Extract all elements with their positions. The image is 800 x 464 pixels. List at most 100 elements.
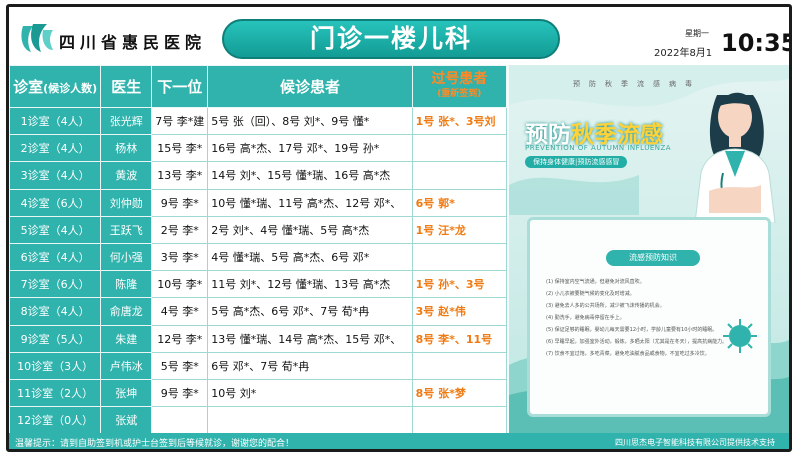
weekday: 星期一 [685,29,709,38]
header-doctor: 医生 [100,65,153,108]
waiting-cell: 2号 刘*、4号 懂*瑞、5号 高*杰 [207,215,413,244]
doctor-cell: 俞唐龙 [100,297,153,326]
missed-cell: 8号 李*、11号 [411,324,508,353]
next-cell: 2号 李* [151,215,209,244]
room-cell: 6诊室（4人） [9,242,102,272]
table-row: 10诊室（3人） 卢伟冰 5号 李* 6号 邓*、7号 荀*冉 [9,351,508,380]
waiting-cell: 16号 高*杰、17号 邓*、19号 孙* [207,134,413,163]
missed-cell: 8号 张*梦 [411,378,508,408]
hospital-name: 四川省惠民医院 [59,33,207,52]
list-item: (2) 小儿衣被要随气候的变化及时增减。 [546,291,635,297]
waiting-cell [207,406,413,435]
missed-cell [411,351,508,380]
table-row: 1诊室（4人） 张光辉 7号 李*建 5号 张（回）、8号 刘*、9号 懂* 1号 张*… [9,106,508,136]
waiting-cell: 6号 邓*、7号 荀*冉 [207,351,413,380]
room-cell: 2诊室（4人） [9,134,102,163]
doctor-illustration-icon [694,92,776,223]
clock-time: 10:35 [721,29,792,57]
doctor-cell: 陈隆 [100,270,153,299]
room-cell: 7诊室（6人） [9,270,102,299]
doctor-cell: 刘仲勋 [100,188,153,217]
doctor-cell: 张光辉 [100,106,153,136]
doctor-cell: 王跃飞 [100,215,153,244]
doctor-cell: 卢伟冰 [100,351,153,380]
waiting-cell: 5号 张（回）、8号 刘*、9号 懂* [207,106,413,136]
table-row: 7诊室（6人） 陈隆 10号 李* 11号 刘*、12号 懂*瑞、13号 高*杰 1号 … [9,270,508,299]
table-row: 6诊室（4人） 何小强 3号 李* 4号 懂*瑞、5号 高*杰、6号 邓* [9,242,508,272]
missed-cell: 3号 赵*伟 [411,297,508,326]
doctor-cell: 黄波 [100,161,153,190]
room-cell: 3诊室（4人） [9,161,102,190]
waiting-cell: 4号 懂*瑞、5号 高*杰、6号 邓* [207,242,413,272]
next-cell: 5号 李* [151,351,209,380]
poster-badge: 保持身体健康|预防流感感冒 [525,156,628,168]
flu-prevention-poster: 预防秋季流感病毒 预防秋季流感 PREVENTION OF AUTUMN INF… [509,65,789,433]
missed-cell: 1号 孙*、3号 [411,270,508,299]
doctor-cell: 朱建 [100,324,153,353]
date: 2022年8月1 [654,48,713,59]
table-header-row: 诊室(候诊人数) 医生 下一位 候诊患者 过号患者 (重新签到) [9,65,508,108]
room-cell: 12诊室（0人） [9,406,102,435]
table-row: 4诊室（6人） 刘仲勋 9号 李* 10号 懂*瑞、11号 高*杰、12号 邓*、 6号… [9,188,508,217]
next-cell: 13号 李* [151,161,209,190]
room-cell: 8诊室（4人） [9,297,102,326]
table-row: 9诊室（5人） 朱建 12号 李* 13号 懂*瑞、14号 高*杰、15号 邓*、 8号… [9,324,508,353]
next-cell: 7号 李*建 [151,106,209,136]
missed-cell [411,406,508,435]
missed-cell: 1号 汪*龙 [411,215,508,244]
header-waiting: 候诊患者 [207,65,413,108]
table-row: 11诊室（2人） 张坤 9号 李* 10号 刘* 8号 张*梦 [9,378,508,408]
next-cell: 9号 李* [151,188,209,217]
table-row: 12诊室（0人） 张斌 [9,406,508,435]
next-cell: 12号 李* [151,324,209,353]
missed-cell [411,242,508,272]
waiting-cell: 5号 高*杰、6号 邓*、7号 荀*冉 [207,297,413,326]
waiting-cell: 11号 刘*、12号 懂*瑞、13号 高*杰 [207,270,413,299]
screen-frame: 四川省惠民医院 门诊一楼儿科 星期一 2022年8月1 10:35 诊室(候诊人… [6,4,792,452]
room-cell: 10诊室（3人） [9,351,102,380]
hospital-logo-icon [21,24,53,52]
next-cell: 10号 李* [151,270,209,299]
header-room: 诊室(候诊人数) [9,65,102,108]
footer-support: 四川思杰电子智能科技有限公司提供技术支持 [615,438,775,447]
waiting-cell: 14号 刘*、15号 懂*瑞、16号 高*杰 [207,161,413,190]
missed-cell: 1号 张*、3号刘 [411,106,508,136]
table-row: 5诊室（4人） 王跃飞 2号 李* 2号 刘*、4号 懂*瑞、5号 高*杰 1号 汪*龙 [9,215,508,244]
room-cell: 5诊室（4人） [9,215,102,244]
missed-cell [411,134,508,163]
next-cell: 9号 李* [151,378,209,408]
room-cell: 9诊室（5人） [9,324,102,353]
next-cell: 3号 李* [151,242,209,272]
virus-icon [723,319,757,353]
header: 四川省惠民医院 门诊一楼儿科 星期一 2022年8月1 10:35 [9,7,789,65]
room-cell: 1诊室（4人） [9,106,102,136]
table-row: 8诊室（4人） 俞唐龙 4号 李* 5号 高*杰、6号 邓*、7号 荀*冉 3号 赵*伟 [9,297,508,326]
next-cell [151,406,209,435]
missed-cell: 6号 郭* [411,188,508,217]
missed-cell [411,161,508,190]
flu-tips-card: 流感预防知识 (1) 保持室内空气流通，但避免对流风直吹。 (2) 小儿衣被要随… [527,217,771,417]
flu-tips-title: 流感预防知识 [606,250,700,266]
waiting-cell: 10号 懂*瑞、11号 高*杰、12号 邓*、 [207,188,413,217]
list-item: (3) 避免去人多的公共场所，减少被飞沫传播的机会。 [546,303,665,309]
table-row: 3诊室（4人） 黄波 13号 李* 14号 刘*、15号 懂*瑞、16号 高*杰 [9,161,508,190]
header-next: 下一位 [151,65,209,108]
doctor-cell: 张坤 [100,378,153,408]
table-row: 2诊室（4人） 杨林 15号 李* 16号 高*杰、17号 邓*、19号 孙* [9,134,508,163]
doctor-cell: 杨林 [100,134,153,163]
list-item: (1) 保持室内空气流通，但避免对流风直吹。 [546,279,645,285]
next-cell: 4号 李* [151,297,209,326]
doctor-cell: 何小强 [100,242,153,272]
poster-english-title: PREVENTION OF AUTUMN INFLUENZA [525,144,672,152]
waiting-cell: 13号 懂*瑞、14号 高*杰、15号 邓*、 [207,324,413,353]
doctor-cell: 张斌 [100,406,153,435]
header-missed: 过号患者 (重新签到) [411,65,508,108]
room-cell: 11诊室（2人） [9,378,102,408]
queue-table: 诊室(候诊人数) 医生 下一位 候诊患者 过号患者 (重新签到) 1诊室（4人）张… [9,65,508,435]
waiting-cell: 10号 刘* [207,378,413,408]
department-title: 门诊一楼儿科 [222,19,560,59]
footer-notice: 温馨提示：请到自助签到机或护士台签到后等候就诊，谢谢您的配合！ [15,439,295,449]
next-cell: 15号 李* [151,134,209,163]
room-cell: 4诊室（6人） [9,188,102,217]
footer: 温馨提示：请到自助签到机或护士台签到后等候就诊，谢谢您的配合！ 四川思杰电子智能… [9,433,789,449]
